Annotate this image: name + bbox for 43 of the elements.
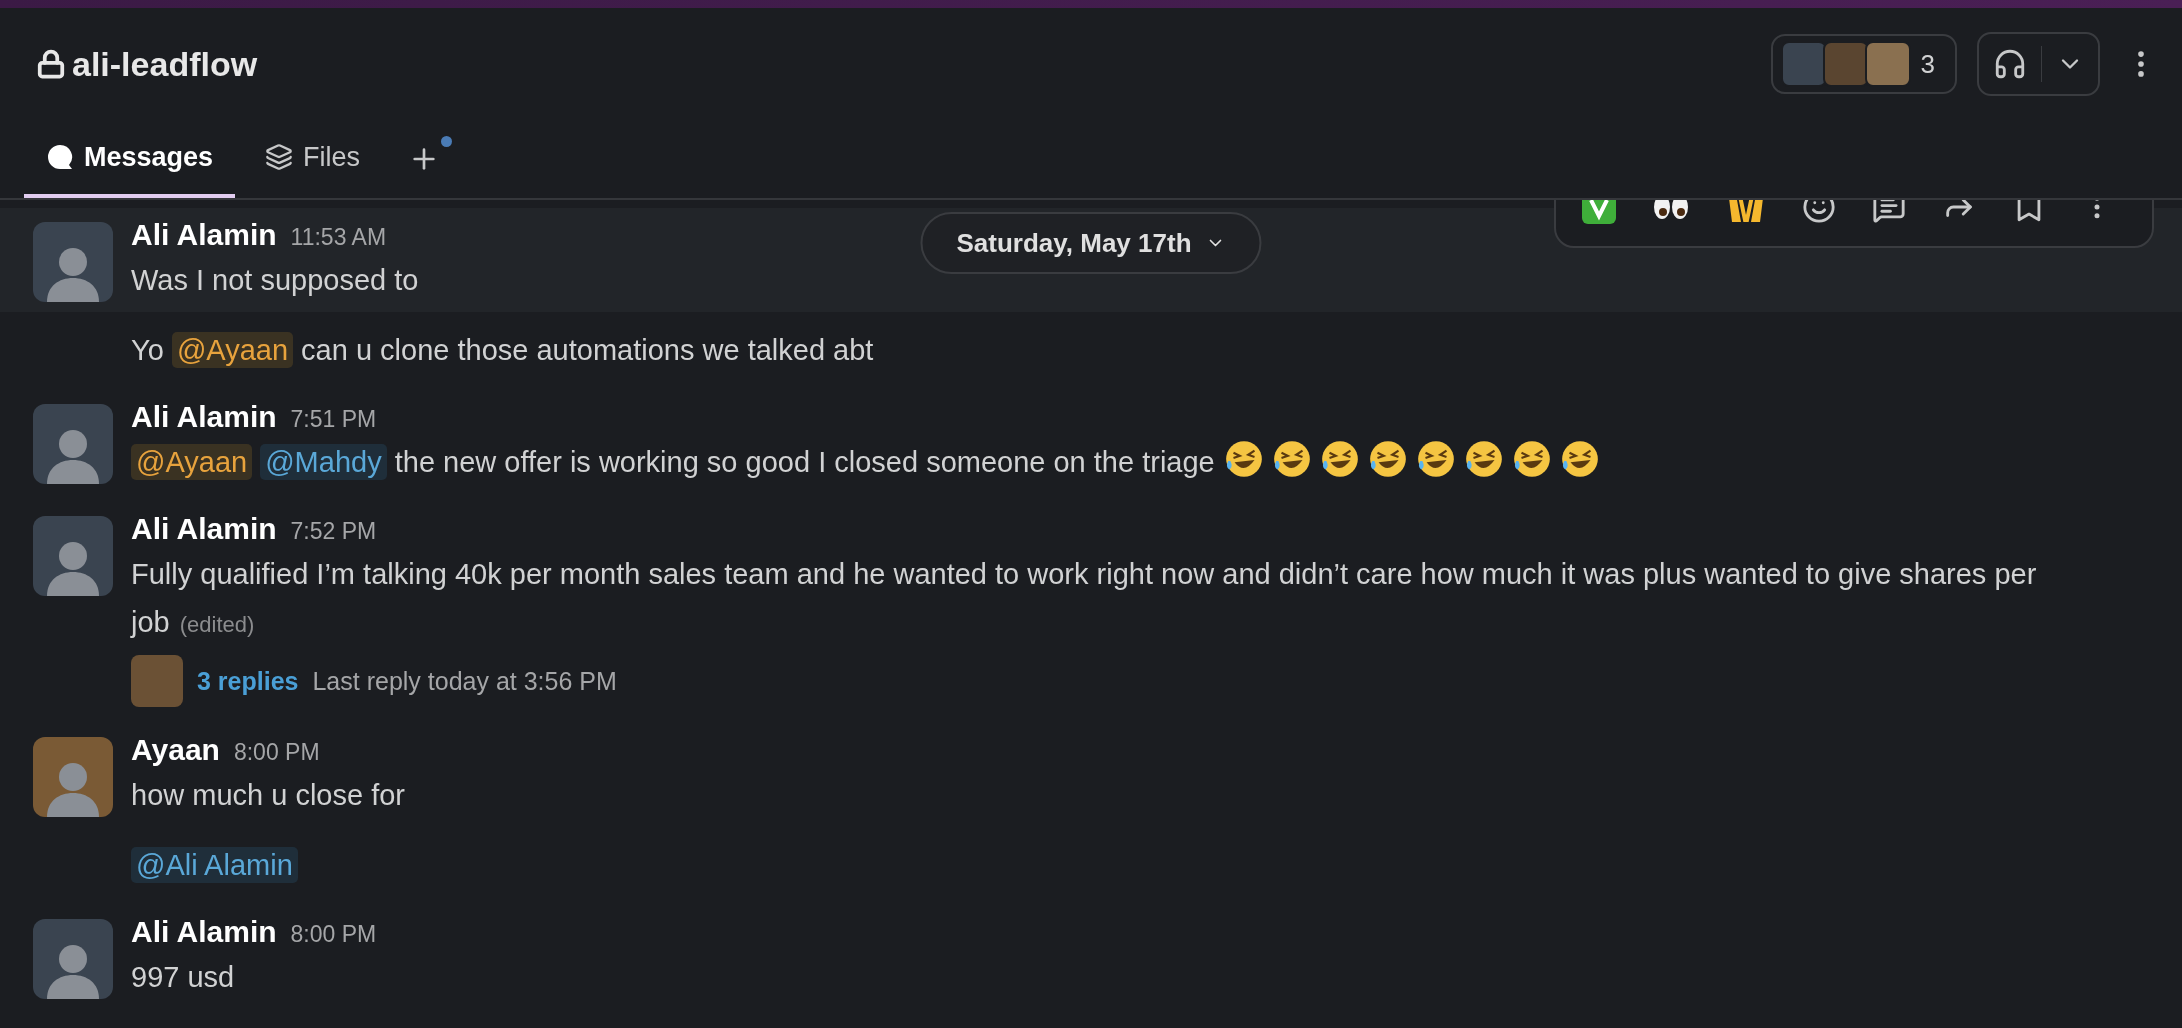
members-button[interactable]: 3 (1770, 34, 1957, 94)
user-avatar[interactable] (33, 737, 113, 817)
channel-tab[interactable]: Files (243, 120, 383, 198)
author-name[interactable]: Ali Alamin (131, 400, 277, 434)
reply-avatar (131, 655, 183, 707)
message-text: can u clone those automations we talked abt (300, 334, 874, 366)
date-divider-button[interactable]: Saturday, May 17th (920, 212, 1262, 274)
message-time[interactable]: 7:51 PM (290, 406, 377, 433)
message-time[interactable]: 11:53 AM (290, 224, 387, 251)
layers-icon (265, 143, 294, 171)
member-avatar (1864, 41, 1911, 87)
author-name[interactable]: Ali Alamin (131, 915, 277, 949)
check-mark-emoji-icon[interactable] (1582, 200, 1616, 224)
message-text: how much u close for (131, 778, 406, 813)
reply-in-thread-icon[interactable] (1872, 200, 1906, 224)
message-text: 997 usd (131, 960, 236, 995)
message-time[interactable]: 8:00 PM (290, 921, 377, 948)
add-reaction-icon[interactable] (1802, 200, 1836, 224)
channel-tab[interactable]: Messages (24, 120, 236, 198)
member-avatar (1780, 41, 1827, 87)
message-text: the new offer is working so good I closed someone on the triage (393, 446, 1216, 478)
author-name[interactable]: Ayaan (131, 733, 220, 767)
message-time[interactable]: 8:00 PM (233, 739, 320, 766)
user-mention[interactable]: @Ali Alamin (131, 847, 298, 883)
user-avatar[interactable] (33, 404, 113, 484)
last-reply-time: Last reply today at 3:56 PM (312, 666, 617, 696)
member-avatar (1822, 41, 1869, 87)
author-name[interactable]: Ali Alamin (131, 512, 277, 546)
speech-bubble-icon (46, 143, 74, 171)
message-text: Was I not supposed to (131, 263, 420, 298)
user-avatar[interactable] (33, 516, 113, 596)
user-mention[interactable]: @Ayaan (131, 444, 253, 480)
replies-link[interactable]: 3 replies (197, 666, 299, 696)
user-mention[interactable]: @Ayaan (171, 332, 294, 368)
user-avatar[interactable] (33, 919, 113, 999)
huddle-control[interactable] (1977, 32, 2100, 96)
channel-title[interactable]: ali-leadflow (72, 44, 258, 84)
message-text: Yo (131, 334, 165, 366)
user-avatar[interactable] (33, 222, 113, 302)
author-name[interactable]: Ali Alamin (131, 218, 277, 252)
user-mention[interactable]: @Mahdy (260, 444, 387, 480)
message-text: Fully qualified I’m talking 40k per month sales team and he wanted to work right now and didn’t care how much it was plus wanted to give shares per job (edited) (131, 557, 2038, 640)
message-time[interactable]: 7:52 PM (290, 518, 377, 545)
